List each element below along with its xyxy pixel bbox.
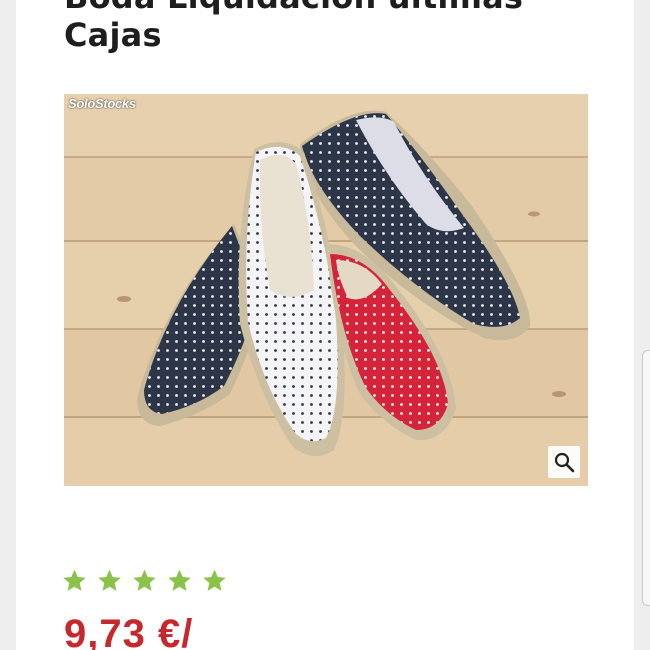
magnifier-icon: [554, 452, 575, 473]
star-icon: [98, 569, 121, 591]
product-title: Boda Liquidación últimas Cajas: [64, 0, 523, 54]
espadrilles-photo: [64, 94, 588, 486]
star-icon: [203, 569, 226, 591]
scroll-indicator[interactable]: [642, 350, 650, 606]
product-card: Boda Liquidación últimas Cajas: [16, 0, 634, 650]
watermark-label: SoloStocks: [68, 96, 136, 111]
product-image[interactable]: SoloStocks: [64, 94, 588, 486]
star-icon: [133, 569, 156, 591]
zoom-button[interactable]: [548, 446, 580, 478]
star-rating: [62, 568, 227, 593]
star-icon: [168, 569, 191, 591]
star-icon: [63, 569, 86, 591]
product-price: 9,73 €/: [64, 612, 194, 650]
